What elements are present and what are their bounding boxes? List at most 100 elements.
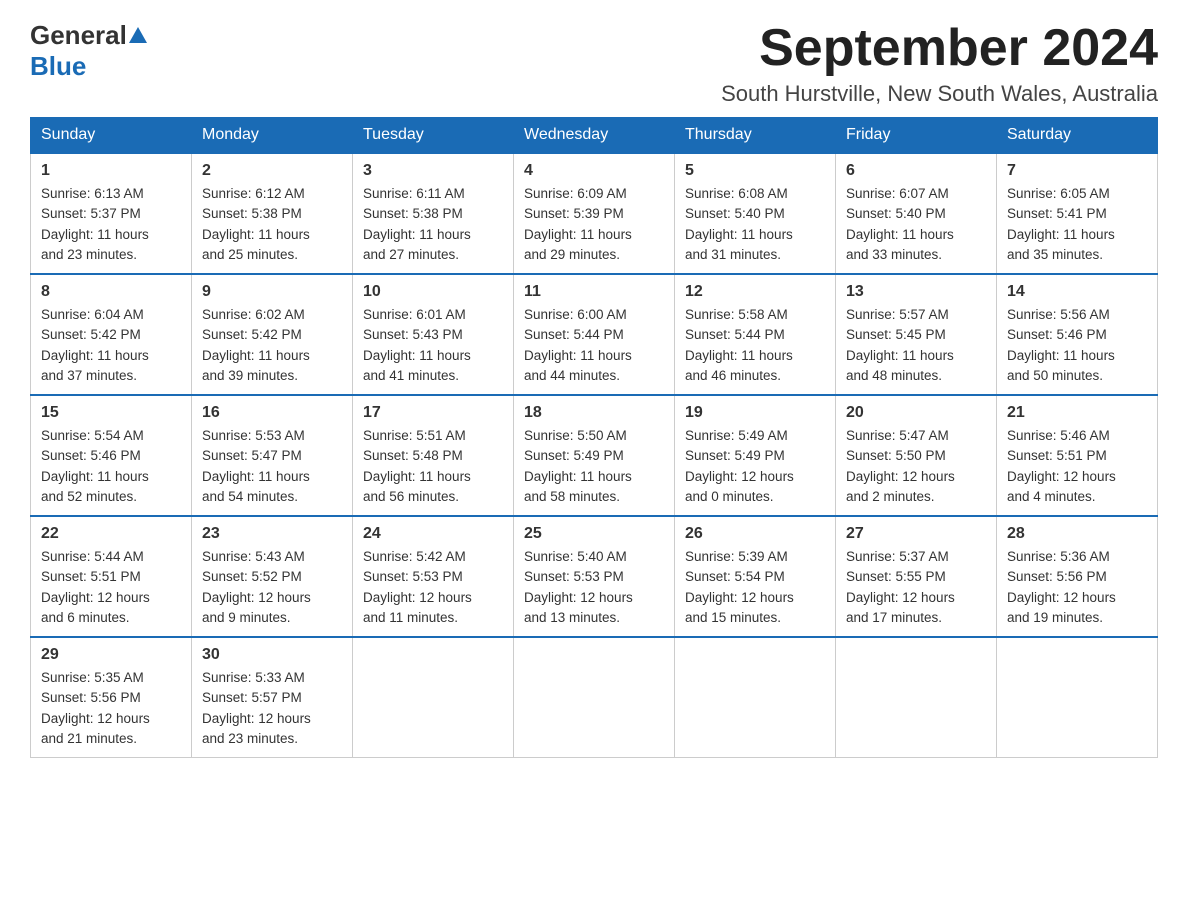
table-row: 30Sunrise: 5:33 AMSunset: 5:57 PMDayligh… xyxy=(192,637,353,758)
day-number: 12 xyxy=(685,283,825,301)
day-number: 2 xyxy=(202,162,342,180)
day-number: 29 xyxy=(41,646,181,664)
table-row: 22Sunrise: 5:44 AMSunset: 5:51 PMDayligh… xyxy=(31,516,192,637)
calendar-header-row: Sunday Monday Tuesday Wednesday Thursday… xyxy=(31,118,1158,154)
day-number: 9 xyxy=(202,283,342,301)
day-number: 20 xyxy=(846,404,986,422)
table-row: 9 Sunrise: 6:02 AMSunset: 5:42 PMDaylight… xyxy=(192,274,353,395)
table-row: 16 Sunrise: 5:53 AMSunset: 5:47 PMDayligh… xyxy=(192,395,353,516)
calendar-week-row: 8Sunrise: 6:04 AMSunset: 5:42 PMDaylight… xyxy=(31,274,1158,395)
day-number: 3 xyxy=(363,162,503,180)
table-row: 6 Sunrise: 6:07 AMSunset: 5:40 PMDaylight… xyxy=(836,153,997,274)
table-row: 27Sunrise: 5:37 AMSunset: 5:55 PMDayligh… xyxy=(836,516,997,637)
col-monday: Monday xyxy=(192,118,353,154)
table-row xyxy=(836,637,997,758)
day-info: Sunrise: 5:40 AMSunset: 5:53 PMDaylight:… xyxy=(524,547,664,628)
day-number: 4 xyxy=(524,162,664,180)
table-row: 20 Sunrise: 5:47 AMSunset: 5:50 PMDayligh… xyxy=(836,395,997,516)
day-info: Sunrise: 5:51 AMSunset: 5:48 PMDaylight:… xyxy=(363,426,503,507)
col-thursday: Thursday xyxy=(675,118,836,154)
calendar-table: Sunday Monday Tuesday Wednesday Thursday… xyxy=(30,117,1158,758)
day-info: Sunrise: 5:57 AMSunset: 5:45 PMDaylight:… xyxy=(846,305,986,386)
day-number: 6 xyxy=(846,162,986,180)
day-number: 18 xyxy=(524,404,664,422)
day-info: Sunrise: 6:05 AMSunset: 5:41 PMDaylight:… xyxy=(1007,184,1147,265)
day-number: 14 xyxy=(1007,283,1147,301)
day-number: 8 xyxy=(41,283,181,301)
table-row xyxy=(675,637,836,758)
day-info: Sunrise: 6:01 AMSunset: 5:43 PMDaylight:… xyxy=(363,305,503,386)
table-row: 23 Sunrise: 5:43 AMSunset: 5:52 PMDayligh… xyxy=(192,516,353,637)
day-number: 13 xyxy=(846,283,986,301)
table-row xyxy=(514,637,675,758)
table-row: 4 Sunrise: 6:09 AMSunset: 5:39 PMDaylight… xyxy=(514,153,675,274)
table-row xyxy=(353,637,514,758)
table-row: 29Sunrise: 5:35 AMSunset: 5:56 PMDayligh… xyxy=(31,637,192,758)
col-tuesday: Tuesday xyxy=(353,118,514,154)
day-number: 15 xyxy=(41,404,181,422)
col-friday: Friday xyxy=(836,118,997,154)
day-info: Sunrise: 5:39 AMSunset: 5:54 PMDaylight:… xyxy=(685,547,825,628)
day-number: 1 xyxy=(41,162,181,180)
table-row: 26 Sunrise: 5:39 AMSunset: 5:54 PMDayligh… xyxy=(675,516,836,637)
day-info: Sunrise: 5:53 AMSunset: 5:47 PMDaylight:… xyxy=(202,426,342,507)
calendar-week-row: 15 Sunrise: 5:54 AMSunset: 5:46 PMDayligh… xyxy=(31,395,1158,516)
day-info: Sunrise: 6:13 AMSunset: 5:37 PMDaylight:… xyxy=(41,184,181,265)
day-number: 5 xyxy=(685,162,825,180)
day-info: Sunrise: 5:43 AMSunset: 5:52 PMDaylight:… xyxy=(202,547,342,628)
page-header: General Blue September 2024 South Hurstv… xyxy=(30,20,1158,107)
table-row: 17Sunrise: 5:51 AMSunset: 5:48 PMDayligh… xyxy=(353,395,514,516)
day-info: Sunrise: 6:08 AMSunset: 5:40 PMDaylight:… xyxy=(685,184,825,265)
day-info: Sunrise: 5:37 AMSunset: 5:55 PMDaylight:… xyxy=(846,547,986,628)
logo-general-text: General xyxy=(30,20,127,51)
day-number: 26 xyxy=(685,525,825,543)
day-info: Sunrise: 5:36 AMSunset: 5:56 PMDaylight:… xyxy=(1007,547,1147,628)
table-row: 18Sunrise: 5:50 AMSunset: 5:49 PMDayligh… xyxy=(514,395,675,516)
table-row: 5 Sunrise: 6:08 AMSunset: 5:40 PMDaylight… xyxy=(675,153,836,274)
day-number: 28 xyxy=(1007,525,1147,543)
logo-blue-text: Blue xyxy=(30,51,86,82)
col-wednesday: Wednesday xyxy=(514,118,675,154)
table-row: 25Sunrise: 5:40 AMSunset: 5:53 PMDayligh… xyxy=(514,516,675,637)
day-info: Sunrise: 6:12 AMSunset: 5:38 PMDaylight:… xyxy=(202,184,342,265)
day-info: Sunrise: 5:47 AMSunset: 5:50 PMDaylight:… xyxy=(846,426,986,507)
day-info: Sunrise: 6:07 AMSunset: 5:40 PMDaylight:… xyxy=(846,184,986,265)
table-row: 13 Sunrise: 5:57 AMSunset: 5:45 PMDayligh… xyxy=(836,274,997,395)
day-info: Sunrise: 6:02 AMSunset: 5:42 PMDaylight:… xyxy=(202,305,342,386)
table-row: 19 Sunrise: 5:49 AMSunset: 5:49 PMDayligh… xyxy=(675,395,836,516)
table-row: 15 Sunrise: 5:54 AMSunset: 5:46 PMDayligh… xyxy=(31,395,192,516)
table-row: 12Sunrise: 5:58 AMSunset: 5:44 PMDayligh… xyxy=(675,274,836,395)
table-row: 24 Sunrise: 5:42 AMSunset: 5:53 PMDayligh… xyxy=(353,516,514,637)
day-info: Sunrise: 5:49 AMSunset: 5:49 PMDaylight:… xyxy=(685,426,825,507)
day-info: Sunrise: 5:46 AMSunset: 5:51 PMDaylight:… xyxy=(1007,426,1147,507)
calendar-week-row: 1 Sunrise: 6:13 AMSunset: 5:37 PMDaylight… xyxy=(31,153,1158,274)
day-number: 10 xyxy=(363,283,503,301)
table-row: 1 Sunrise: 6:13 AMSunset: 5:37 PMDaylight… xyxy=(31,153,192,274)
day-info: Sunrise: 6:11 AMSunset: 5:38 PMDaylight:… xyxy=(363,184,503,265)
day-number: 21 xyxy=(1007,404,1147,422)
table-row: 11Sunrise: 6:00 AMSunset: 5:44 PMDayligh… xyxy=(514,274,675,395)
col-saturday: Saturday xyxy=(997,118,1158,154)
table-row: 21 Sunrise: 5:46 AMSunset: 5:51 PMDayligh… xyxy=(997,395,1158,516)
calendar-week-row: 22Sunrise: 5:44 AMSunset: 5:51 PMDayligh… xyxy=(31,516,1158,637)
table-row: 10 Sunrise: 6:01 AMSunset: 5:43 PMDayligh… xyxy=(353,274,514,395)
day-number: 19 xyxy=(685,404,825,422)
day-number: 23 xyxy=(202,525,342,543)
day-number: 7 xyxy=(1007,162,1147,180)
month-title: September 2024 xyxy=(721,20,1158,77)
day-number: 16 xyxy=(202,404,342,422)
day-info: Sunrise: 6:09 AMSunset: 5:39 PMDaylight:… xyxy=(524,184,664,265)
logo: General Blue xyxy=(30,20,149,82)
day-info: Sunrise: 5:56 AMSunset: 5:46 PMDaylight:… xyxy=(1007,305,1147,386)
logo-icon xyxy=(127,25,149,47)
location-subtitle: South Hurstville, New South Wales, Austr… xyxy=(721,81,1158,107)
day-info: Sunrise: 5:44 AMSunset: 5:51 PMDaylight:… xyxy=(41,547,181,628)
day-info: Sunrise: 6:00 AMSunset: 5:44 PMDaylight:… xyxy=(524,305,664,386)
day-info: Sunrise: 5:54 AMSunset: 5:46 PMDaylight:… xyxy=(41,426,181,507)
table-row: 7 Sunrise: 6:05 AMSunset: 5:41 PMDaylight… xyxy=(997,153,1158,274)
table-row: 2 Sunrise: 6:12 AMSunset: 5:38 PMDaylight… xyxy=(192,153,353,274)
col-sunday: Sunday xyxy=(31,118,192,154)
day-number: 24 xyxy=(363,525,503,543)
day-info: Sunrise: 5:42 AMSunset: 5:53 PMDaylight:… xyxy=(363,547,503,628)
table-row: 28 Sunrise: 5:36 AMSunset: 5:56 PMDayligh… xyxy=(997,516,1158,637)
